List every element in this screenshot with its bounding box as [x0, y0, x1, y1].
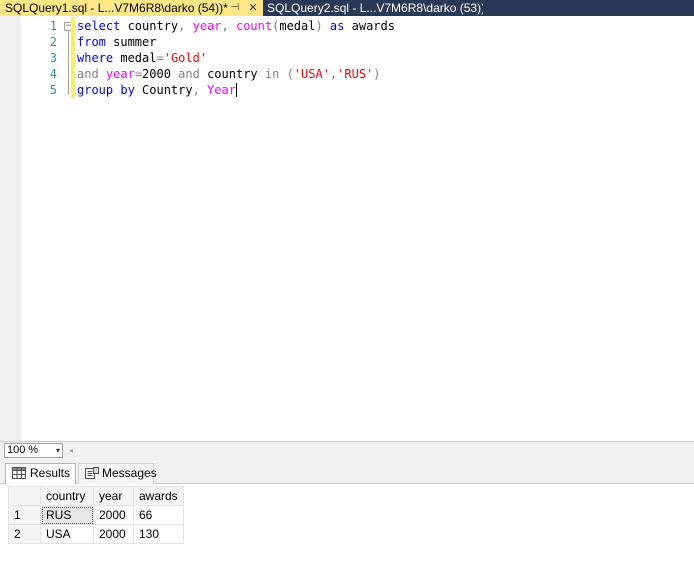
token-identifier: country	[120, 19, 179, 33]
tab-results-label: Results	[30, 466, 71, 480]
token-operator: =	[156, 51, 164, 65]
messages-icon	[85, 467, 99, 479]
query-editor[interactable]: 1 2 3 4 5 − select country, year, count(…	[0, 16, 694, 441]
table-row: 2 USA 2000 130	[8, 524, 184, 544]
grid-cell-awards[interactable]: 66	[133, 505, 184, 525]
code-line-3: where medal='Gold'	[77, 50, 395, 66]
token-function: year	[185, 19, 222, 33]
fold-guide	[68, 31, 69, 95]
grid-icon	[12, 467, 26, 479]
results-grid-area: country year awards 1 RUS 2000 66 2 USA …	[0, 484, 694, 577]
chevron-down-icon[interactable]: ▾	[56, 444, 60, 457]
row-number-header[interactable]	[8, 486, 41, 506]
header-row: country year awards	[8, 486, 184, 506]
token-identifier: medal	[279, 19, 316, 33]
tab-messages-label: Messages	[102, 466, 157, 480]
document-tab-strip: SQLQuery1.sql - L...V7M6R8\darko (54))* …	[0, 0, 694, 16]
indicator-margin	[0, 16, 21, 441]
grid-cell-awards[interactable]: 130	[133, 524, 184, 544]
row-number[interactable]: 2	[8, 524, 41, 544]
token-keyword: group by	[77, 83, 135, 97]
close-icon[interactable]: ✕	[246, 0, 260, 16]
tab-sqlquery2[interactable]: SQLQuery2.sql - L...V7M6R8\darko (53))*	[263, 0, 483, 16]
token-function: year	[98, 67, 135, 81]
token-function: Year	[199, 83, 236, 97]
code-line-5: group by Country, Year	[77, 82, 395, 98]
code-line-4: and year=2000 and country in ('USA','RUS…	[77, 66, 395, 82]
grid-cell-country[interactable]: USA	[40, 524, 94, 544]
token-operator: ,	[221, 19, 229, 33]
token-operator: and	[77, 67, 99, 81]
token-number: 2000	[142, 67, 171, 81]
token-identifier: summer	[105, 35, 157, 49]
pin-icon[interactable]: ⊣	[228, 0, 242, 16]
token-string: 'USA'	[293, 67, 330, 81]
column-header-country[interactable]: country	[40, 486, 94, 506]
token-string: 'Gold'	[163, 51, 208, 65]
grid-cell-year[interactable]: 2000	[93, 524, 134, 544]
line-numbers: 1 2 3 4 5	[21, 18, 57, 98]
token-operator: =	[134, 67, 143, 81]
token-operator: )	[315, 19, 323, 33]
tab-sqlquery1[interactable]: SQLQuery1.sql - L...V7M6R8\darko (54))* …	[0, 0, 263, 16]
grid-cell-country[interactable]: RUS	[40, 505, 94, 525]
token-operator: (	[279, 67, 294, 81]
line-number: 3	[49, 51, 57, 65]
column-header-awards[interactable]: awards	[133, 486, 184, 506]
results-grid: country year awards 1 RUS 2000 66 2 USA …	[8, 486, 184, 544]
results-tab-strip: Results Messages	[0, 458, 694, 484]
token-function: count	[228, 19, 273, 33]
token-identifier: awards	[344, 19, 395, 33]
token-keyword: select	[77, 19, 121, 33]
line-number: 4	[49, 67, 57, 81]
token-identifier: Country	[134, 83, 193, 97]
zoom-bar: 100 % ▾ ◂	[0, 441, 694, 458]
line-number: 1	[49, 19, 57, 33]
token-string: 'RUS'	[337, 67, 374, 81]
change-tracking-bar	[71, 17, 75, 98]
tab-results[interactable]: Results	[5, 463, 76, 484]
scroll-left-arrow-icon[interactable]: ◂	[66, 444, 76, 457]
zoom-dropdown[interactable]: 100 % ▾	[4, 443, 63, 458]
grid-cell-year[interactable]: 2000	[93, 505, 134, 525]
token-identifier: country	[199, 67, 258, 81]
token-identifier: medal	[113, 51, 157, 65]
code-line-1: select country, year, count(medal) as aw…	[77, 18, 395, 34]
token-keyword: where	[77, 51, 114, 65]
token-operator: in	[257, 67, 280, 81]
code-text[interactable]: select country, year, count ( medal) as aw…	[77, 18, 395, 98]
token-keyword: from	[77, 35, 106, 49]
token-operator: )	[373, 67, 381, 81]
tab-sqlquery1-label: SQLQuery1.sql - L...V7M6R8\darko (54))*	[5, 1, 228, 15]
line-number: 5	[49, 83, 57, 97]
tab-messages[interactable]: Messages	[78, 463, 157, 484]
zoom-value: 100 %	[7, 444, 39, 456]
text-caret	[235, 83, 237, 97]
token-operator: ,	[192, 83, 200, 97]
token-operator: and	[170, 67, 200, 81]
code-line-2: from summer	[77, 34, 395, 50]
table-row: 1 RUS 2000 66	[8, 505, 184, 525]
row-number[interactable]: 1	[8, 505, 41, 525]
tab-sqlquery2-label: SQLQuery2.sql - L...V7M6R8\darko (53))*	[267, 1, 483, 15]
column-header-year[interactable]: year	[93, 486, 134, 506]
line-number: 2	[49, 35, 57, 49]
token-keyword: as	[322, 19, 345, 33]
